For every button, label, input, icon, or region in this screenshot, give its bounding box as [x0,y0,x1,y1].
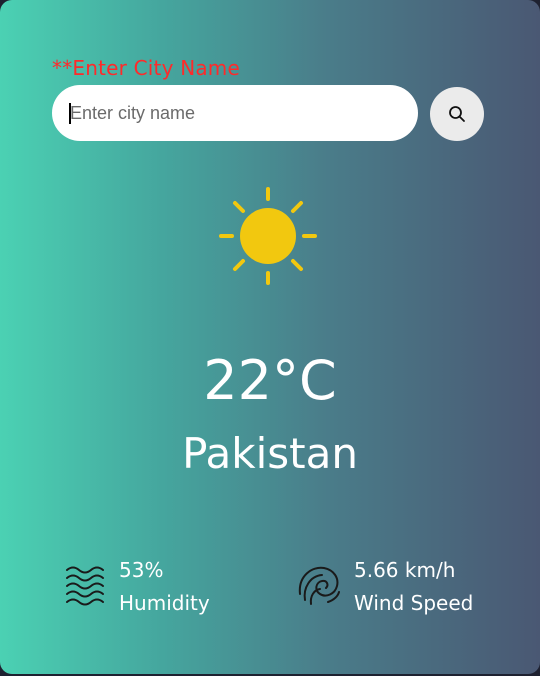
sun-icon [219,187,317,285]
search-button[interactable] [430,87,484,141]
humidity-waves-icon [66,566,104,606]
weather-card: **Enter City Name 22°C Pakistan [0,0,540,674]
wind-speed-label: Wind Speed [354,591,474,615]
humidity-value: 53% [119,558,164,582]
search-icon [449,106,465,122]
wind-speed-value: 5.66 km/h [354,558,456,582]
temperature-value: 22°C [203,349,337,412]
wind-swirl-icon [298,566,340,605]
text-cursor [69,103,71,124]
city-name: Pakistan [182,429,358,478]
humidity-label: Humidity [119,591,210,615]
city-error-label: **Enter City Name [52,56,240,80]
city-search-input[interactable] [52,85,418,141]
